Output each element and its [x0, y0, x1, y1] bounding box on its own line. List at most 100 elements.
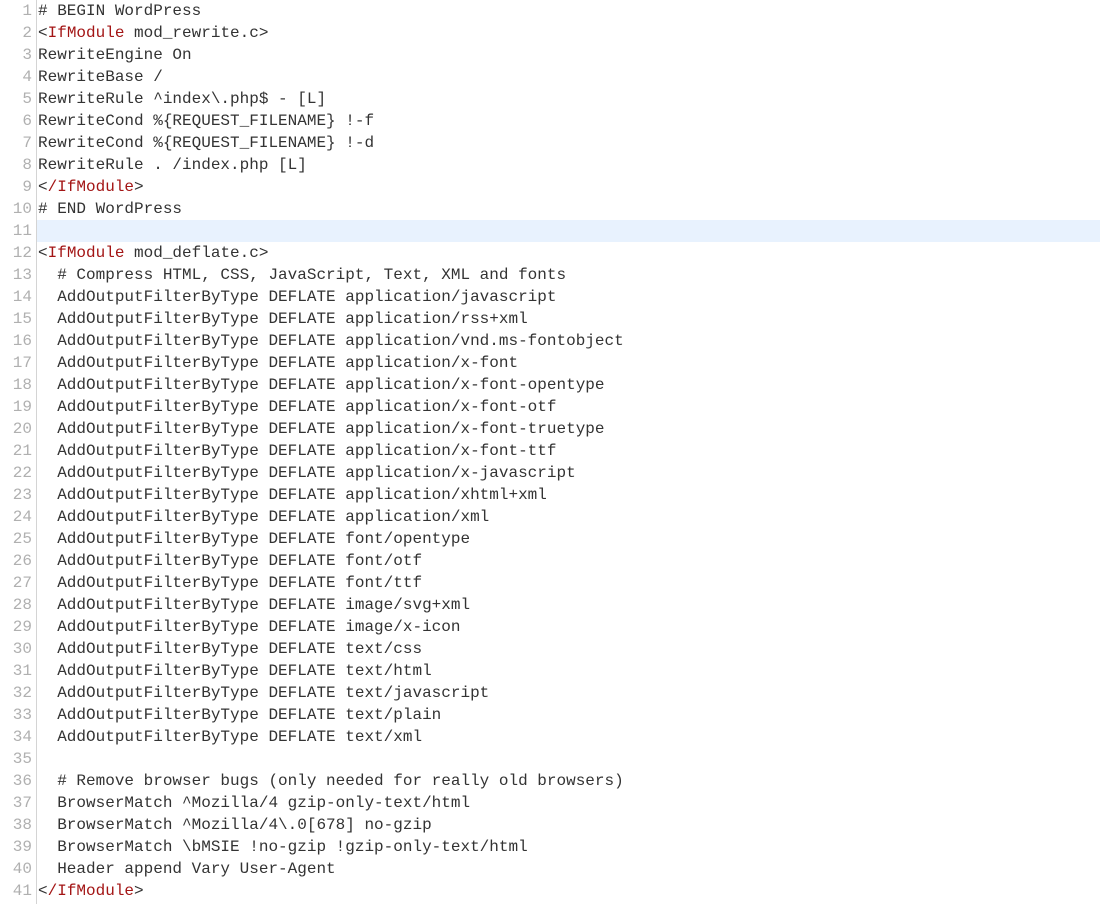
code-line[interactable]: AddOutputFilterByType DEFLATE applicatio… [37, 352, 1100, 374]
line-number: 8 [0, 154, 32, 176]
line-number: 4 [0, 66, 32, 88]
code-line[interactable]: RewriteEngine On [37, 44, 1100, 66]
code-line[interactable]: AddOutputFilterByType DEFLATE applicatio… [37, 308, 1100, 330]
code-token: IfModule [57, 178, 134, 196]
line-number: 20 [0, 418, 32, 440]
code-line[interactable]: AddOutputFilterByType DEFLATE applicatio… [37, 286, 1100, 308]
code-token: RewriteBase / [38, 68, 163, 86]
code-line[interactable]: BrowserMatch ^Mozilla/4\.0[678] no-gzip [37, 814, 1100, 836]
code-line[interactable]: AddOutputFilterByType DEFLATE text/plain [37, 704, 1100, 726]
code-line[interactable]: BrowserMatch \bMSIE !no-gzip !gzip-only-… [37, 836, 1100, 858]
line-number: 40 [0, 858, 32, 880]
code-line[interactable]: AddOutputFilterByType DEFLATE applicatio… [37, 462, 1100, 484]
code-line[interactable]: AddOutputFilterByType DEFLATE font/opent… [37, 528, 1100, 550]
code-token: AddOutputFilterByType DEFLATE applicatio… [38, 398, 556, 416]
code-token: AddOutputFilterByType DEFLATE applicatio… [38, 332, 624, 350]
line-number: 25 [0, 528, 32, 550]
code-token: RewriteCond %{REQUEST_FILENAME} !-f [38, 112, 374, 130]
code-token: IfModule [48, 24, 125, 42]
code-line[interactable]: </IfModule> [37, 176, 1100, 198]
line-number: 17 [0, 352, 32, 374]
code-token: AddOutputFilterByType DEFLATE font/otf [38, 552, 422, 570]
code-token: > [259, 24, 269, 42]
code-line[interactable]: AddOutputFilterByType DEFLATE applicatio… [37, 374, 1100, 396]
code-editor[interactable]: 1234567891011121314151617181920212223242… [0, 0, 1100, 904]
code-token: AddOutputFilterByType DEFLATE applicatio… [38, 442, 556, 460]
code-token: AddOutputFilterByType DEFLATE applicatio… [38, 354, 518, 372]
line-number: 31 [0, 660, 32, 682]
code-token: RewriteRule ^index\.php$ - [L] [38, 90, 326, 108]
code-line[interactable]: <IfModule mod_deflate.c> [37, 242, 1100, 264]
line-number: 22 [0, 462, 32, 484]
code-token: # Compress HTML, CSS, JavaScript, Text, … [38, 266, 566, 284]
code-line[interactable]: RewriteBase / [37, 66, 1100, 88]
code-token: mod_deflate.c [124, 244, 258, 262]
line-number: 23 [0, 484, 32, 506]
code-token: < [38, 24, 48, 42]
line-number: 41 [0, 880, 32, 902]
code-token: AddOutputFilterByType DEFLATE image/x-ic… [38, 618, 460, 636]
code-line[interactable]: AddOutputFilterByType DEFLATE image/x-ic… [37, 616, 1100, 638]
code-line[interactable]: AddOutputFilterByType DEFLATE applicatio… [37, 330, 1100, 352]
line-number: 6 [0, 110, 32, 132]
code-line[interactable]: RewriteCond %{REQUEST_FILENAME} !-f [37, 110, 1100, 132]
code-line[interactable]: AddOutputFilterByType DEFLATE text/css [37, 638, 1100, 660]
code-token: mod_rewrite.c [124, 24, 258, 42]
code-token: AddOutputFilterByType DEFLATE applicatio… [38, 310, 528, 328]
code-line[interactable]: <IfModule mod_rewrite.c> [37, 22, 1100, 44]
code-line[interactable]: AddOutputFilterByType DEFLATE applicatio… [37, 418, 1100, 440]
line-number: 24 [0, 506, 32, 528]
code-line[interactable]: RewriteCond %{REQUEST_FILENAME} !-d [37, 132, 1100, 154]
line-number: 33 [0, 704, 32, 726]
line-number: 35 [0, 748, 32, 770]
code-token: < [38, 178, 48, 196]
code-token: AddOutputFilterByType DEFLATE text/javas… [38, 684, 489, 702]
code-line[interactable]: AddOutputFilterByType DEFLATE image/svg+… [37, 594, 1100, 616]
line-number: 3 [0, 44, 32, 66]
code-line[interactable]: AddOutputFilterByType DEFLATE text/javas… [37, 682, 1100, 704]
line-number: 11 [0, 220, 32, 242]
code-token: Header append Vary User-Agent [38, 860, 336, 878]
code-line[interactable]: BrowserMatch ^Mozilla/4 gzip-only-text/h… [37, 792, 1100, 814]
line-number: 34 [0, 726, 32, 748]
line-number: 37 [0, 792, 32, 814]
code-token: IfModule [57, 882, 134, 900]
code-token: AddOutputFilterByType DEFLATE text/xml [38, 728, 422, 746]
code-line[interactable]: AddOutputFilterByType DEFLATE text/html [37, 660, 1100, 682]
line-number: 38 [0, 814, 32, 836]
code-line[interactable]: AddOutputFilterByType DEFLATE font/ttf [37, 572, 1100, 594]
code-line[interactable]: AddOutputFilterByType DEFLATE text/xml [37, 726, 1100, 748]
code-line[interactable]: RewriteRule . /index.php [L] [37, 154, 1100, 176]
line-number: 21 [0, 440, 32, 462]
line-number: 12 [0, 242, 32, 264]
code-line[interactable]: RewriteRule ^index\.php$ - [L] [37, 88, 1100, 110]
line-number: 32 [0, 682, 32, 704]
code-line[interactable]: # END WordPress [37, 198, 1100, 220]
code-line[interactable]: AddOutputFilterByType DEFLATE applicatio… [37, 396, 1100, 418]
code-token: BrowserMatch \bMSIE !no-gzip !gzip-only-… [38, 838, 528, 856]
code-token: IfModule [48, 244, 125, 262]
code-line[interactable]: # Compress HTML, CSS, JavaScript, Text, … [37, 264, 1100, 286]
code-line[interactable] [37, 748, 1100, 770]
code-token: < [38, 244, 48, 262]
code-line[interactable]: </IfModule> [37, 880, 1100, 902]
code-token: AddOutputFilterByType DEFLATE applicatio… [38, 464, 576, 482]
line-number: 27 [0, 572, 32, 594]
code-token: # BEGIN WordPress [38, 2, 201, 20]
code-line[interactable]: # BEGIN WordPress [37, 0, 1100, 22]
code-area[interactable]: # BEGIN WordPress<IfModule mod_rewrite.c… [37, 0, 1100, 904]
code-line[interactable]: AddOutputFilterByType DEFLATE applicatio… [37, 506, 1100, 528]
code-line[interactable] [37, 220, 1100, 242]
line-number: 28 [0, 594, 32, 616]
code-token: # Remove browser bugs (only needed for r… [38, 772, 624, 790]
code-line[interactable]: Header append Vary User-Agent [37, 858, 1100, 880]
line-number: 39 [0, 836, 32, 858]
code-token: AddOutputFilterByType DEFLATE text/css [38, 640, 422, 658]
code-line[interactable]: AddOutputFilterByType DEFLATE applicatio… [37, 484, 1100, 506]
line-number: 19 [0, 396, 32, 418]
code-line[interactable]: AddOutputFilterByType DEFLATE applicatio… [37, 440, 1100, 462]
code-token: < [38, 882, 48, 900]
code-token: / [48, 882, 58, 900]
code-line[interactable]: AddOutputFilterByType DEFLATE font/otf [37, 550, 1100, 572]
code-line[interactable]: # Remove browser bugs (only needed for r… [37, 770, 1100, 792]
